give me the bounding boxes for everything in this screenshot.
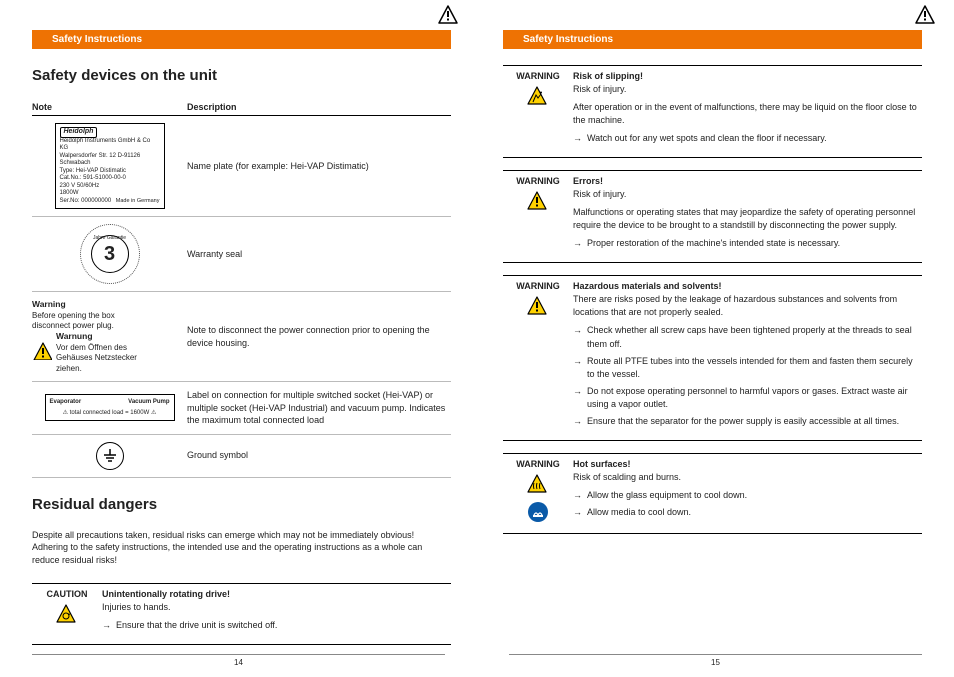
warning-block-hot: WARNING Hot surfaces! Risk of scalding a…	[503, 453, 922, 534]
page-number: 15	[509, 654, 922, 667]
warning-icon	[526, 295, 550, 319]
warning-bullets: Allow the glass equipment to cool down. …	[573, 489, 922, 519]
warning-bullets: Proper restoration of the machine's inte…	[573, 237, 922, 250]
warning-sub: Risk of injury.	[573, 83, 922, 96]
hot-surface-icon	[526, 473, 550, 497]
heading-safety-devices: Safety devices on the unit	[32, 67, 451, 84]
ground-desc: Ground symbol	[187, 449, 451, 462]
warranty-seal-icon: Jahre Garantie 3	[80, 224, 140, 284]
caution-bullets: Ensure that the drive unit is switched o…	[102, 619, 451, 632]
table-row: Warning Before opening the box disconnec…	[32, 292, 451, 382]
warning-title: Errors!	[573, 176, 922, 186]
warning-block-slipping: WARNING Risk of slipping! Risk of injury…	[503, 65, 922, 158]
ground-icon	[96, 442, 124, 470]
nameplate-icon: Heidolph Heidolph Instruments GmbH & Co …	[55, 123, 165, 209]
warning-block-errors: WARNING Errors! Risk of injury. Malfunct…	[503, 170, 922, 263]
disconnect-desc: Note to disconnect the power connection …	[187, 324, 451, 349]
warning-title: Risk of slipping!	[573, 71, 922, 81]
table-row: Evaporator Vacuum Pump ⚠ total connected…	[32, 382, 451, 435]
warning-level: WARNING	[503, 459, 573, 469]
warning-title: Hot surfaces!	[573, 459, 922, 469]
warning-text: There are risks posed by the leakage of …	[573, 293, 922, 319]
warning-bullets: Watch out for any wet spots and clean th…	[573, 132, 922, 145]
table-row: Ground symbol	[32, 435, 451, 478]
socket-label-icon: Evaporator Vacuum Pump ⚠ total connected…	[45, 394, 175, 421]
warning-text: After operation or in the event of malfu…	[573, 101, 922, 127]
warning-sub: Risk of injury.	[573, 188, 922, 201]
residual-intro: Despite all precautions taken, residual …	[32, 529, 451, 567]
rotating-drive-icon	[55, 603, 79, 627]
page-number: 14	[32, 654, 445, 667]
heading-residual-dangers: Residual dangers	[32, 496, 451, 513]
nameplate-desc: Name plate (for example: Hei-VAP Distima…	[187, 160, 451, 173]
table-row: Heidolph Heidolph Instruments GmbH & Co …	[32, 116, 451, 217]
caution-sub: Injuries to hands.	[102, 601, 451, 614]
warning-sub: Risk of scalding and burns.	[573, 471, 922, 484]
col-note: Note	[32, 102, 187, 112]
warning-bullets: Check whether all screw caps have been t…	[573, 324, 922, 427]
warning-level: WARNING	[503, 176, 573, 186]
warning-icon	[526, 190, 550, 214]
page-right: Safety Instructions WARNING Risk of slip…	[477, 0, 954, 677]
warning-title: Hazardous materials and solvents!	[573, 281, 922, 291]
safety-devices-table: Note Description Heidolph Heidolph Instr…	[32, 100, 451, 478]
warning-icon	[437, 4, 459, 27]
warning-label-icon: Warning Before opening the box disconnec…	[32, 299, 152, 374]
warning-level: WARNING	[503, 71, 573, 81]
warning-text: Malfunctions or operating states that ma…	[573, 206, 922, 232]
caution-block: CAUTION Unintentionally rotating drive! …	[32, 583, 451, 645]
header-bar: Safety Instructions	[503, 30, 922, 49]
table-row: Jahre Garantie 3 Warranty seal	[32, 217, 451, 292]
warning-level: WARNING	[503, 281, 573, 291]
warranty-desc: Warranty seal	[187, 248, 451, 261]
caution-level: CAUTION	[32, 589, 102, 599]
caution-title: Unintentionally rotating drive!	[102, 589, 451, 599]
socket-desc: Label on connection for multiple switche…	[187, 389, 451, 427]
slip-icon	[526, 85, 550, 109]
col-description: Description	[187, 102, 451, 112]
warning-icon	[914, 4, 936, 27]
header-bar: Safety Instructions	[32, 30, 451, 49]
warning-block-hazmat: WARNING Hazardous materials and solvents…	[503, 275, 922, 440]
page-left: Safety Instructions Safety devices on th…	[0, 0, 477, 677]
mandatory-action-icon	[527, 501, 549, 525]
